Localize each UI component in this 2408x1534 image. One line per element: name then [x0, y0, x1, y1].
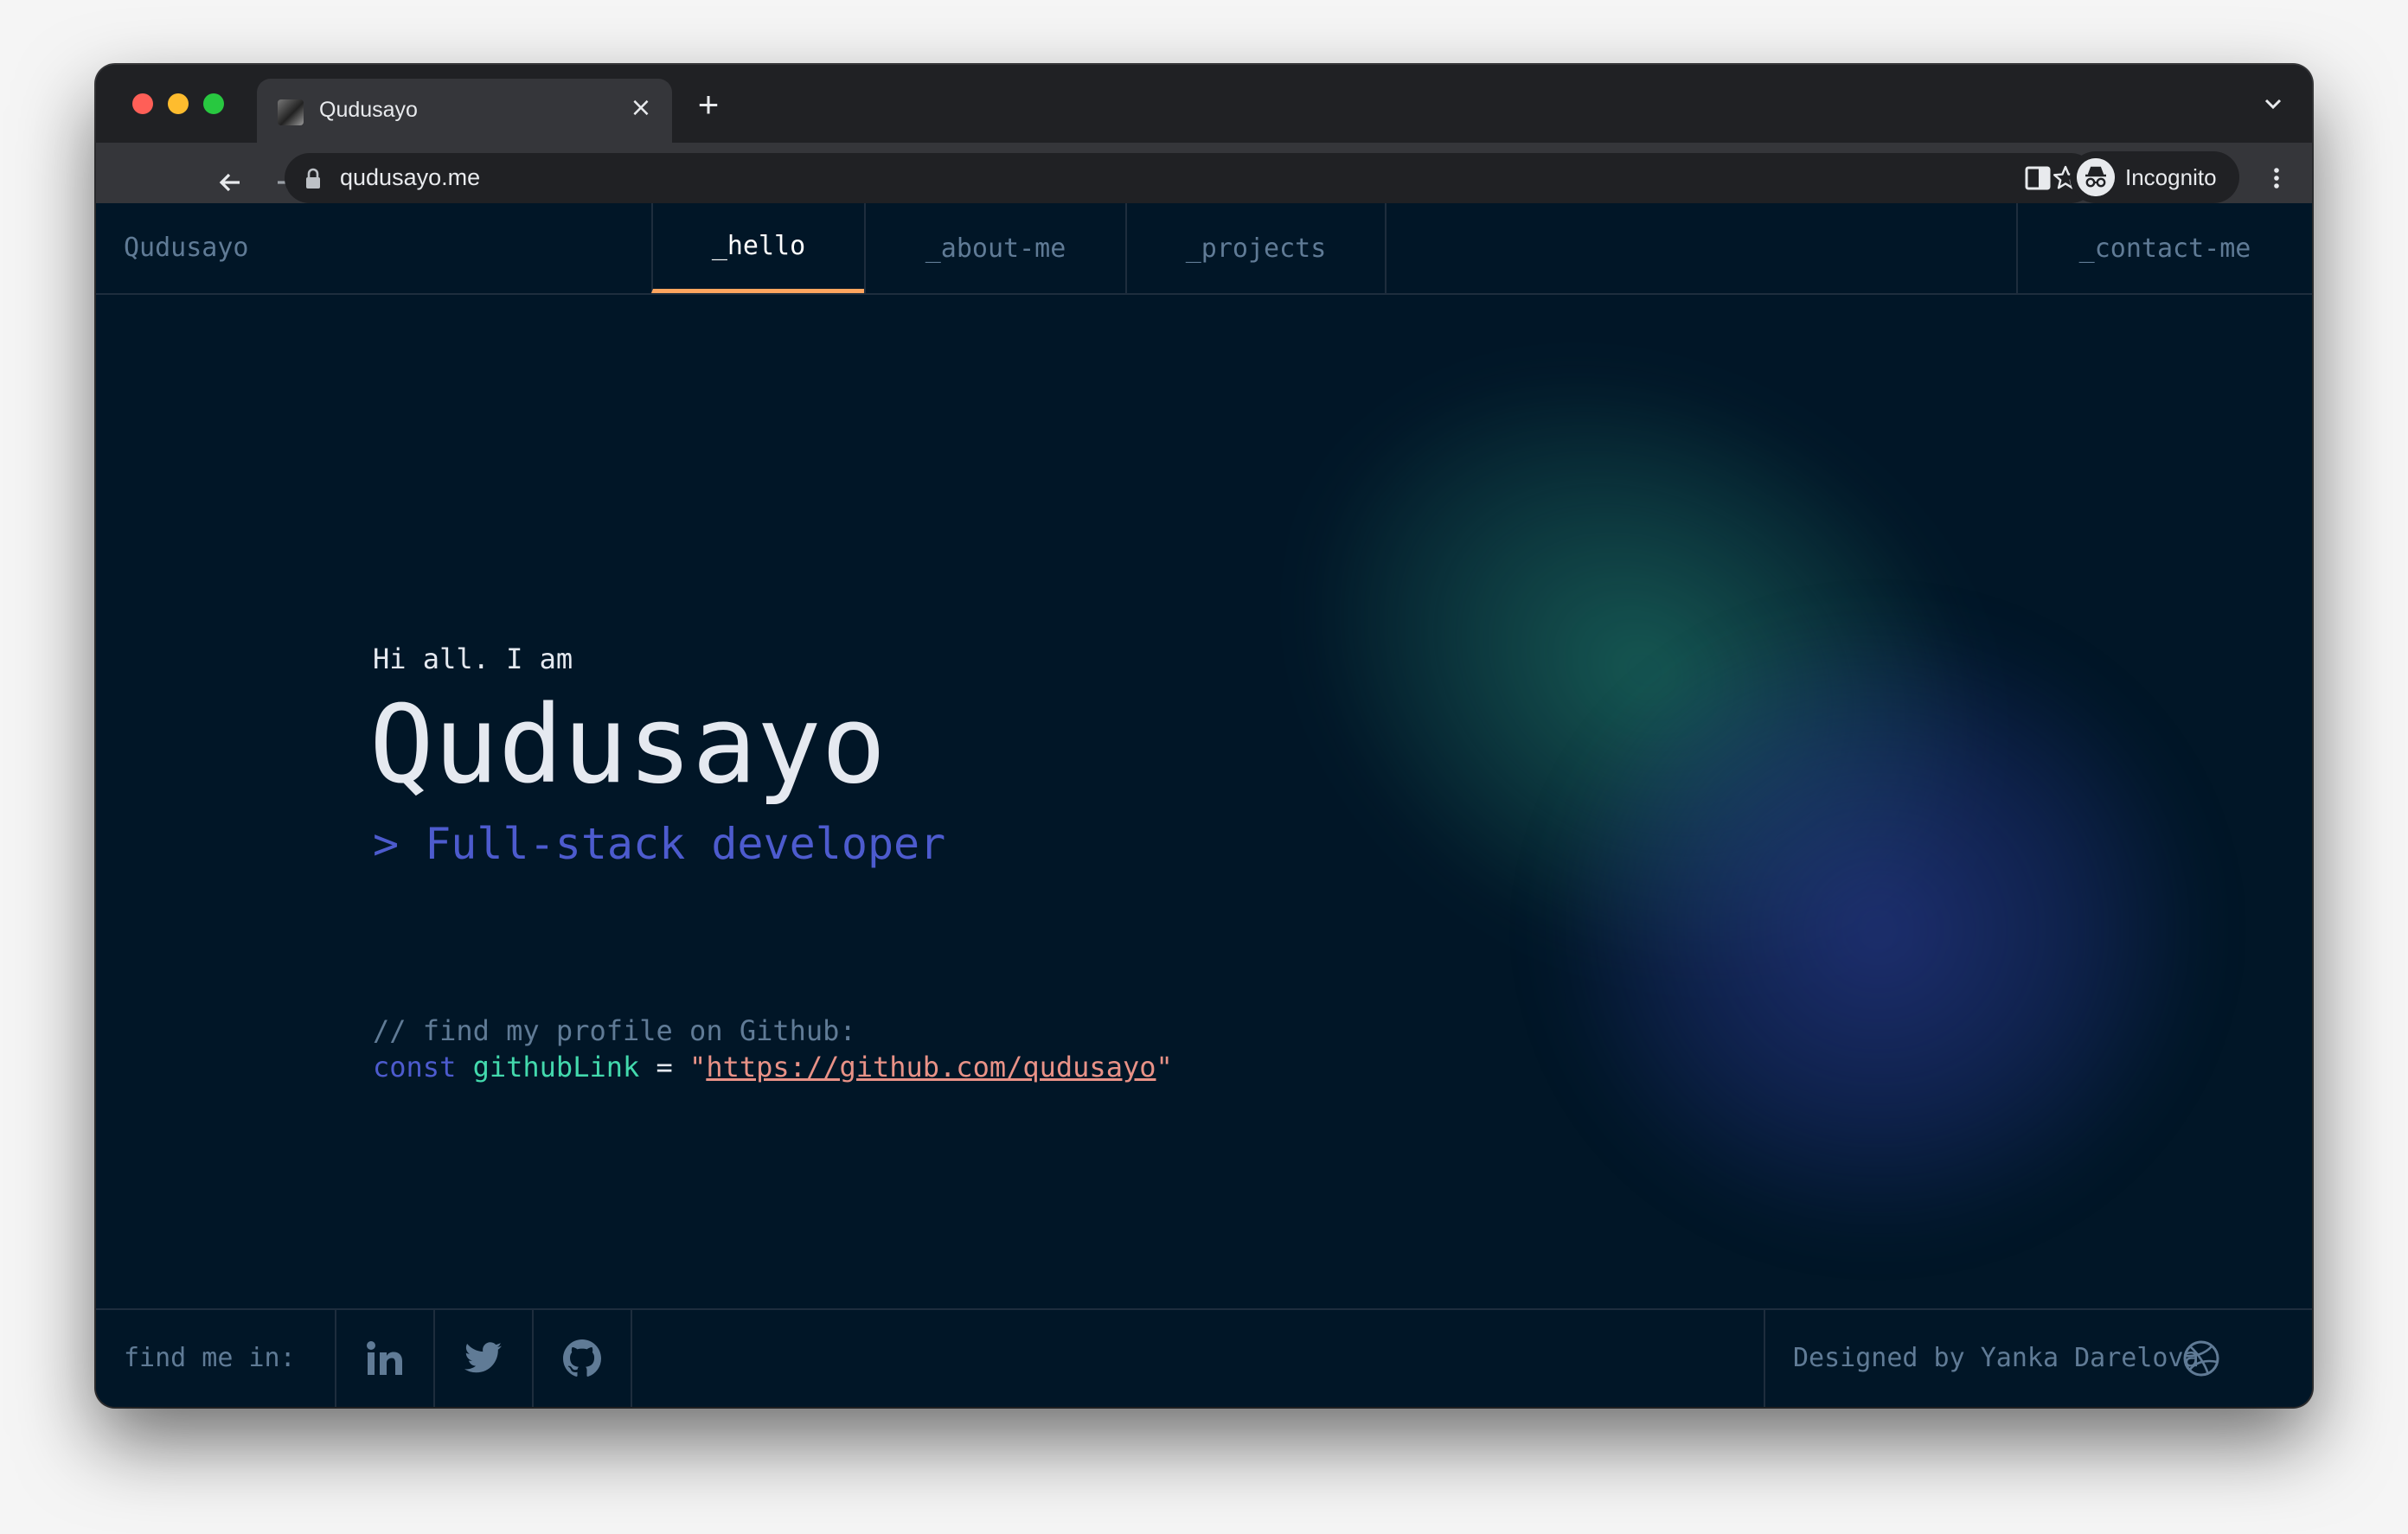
profile-label: Incognito	[2125, 164, 2217, 190]
nav-tab-contact-me[interactable]: _contact-me	[2016, 203, 2312, 293]
tab-close-button[interactable]: ×	[625, 93, 656, 124]
back-icon[interactable]	[214, 165, 248, 200]
code-quote-close: "	[1156, 1051, 1173, 1083]
address-bar[interactable]: qudusayo.me	[285, 153, 2096, 203]
site-header: Qudusayo _hello _about-me _projects _con…	[96, 203, 2312, 295]
url-text[interactable]: qudusayo.me	[340, 164, 480, 191]
designer-credit[interactable]: Designed by Yanka Darelova	[1764, 1310, 2312, 1407]
code-line: const githubLink = "https://github.com/q…	[373, 1051, 1173, 1083]
site-footer: find me in: Designed by Yanka Darelova	[96, 1308, 2312, 1407]
linkedin-icon	[367, 1341, 402, 1375]
browser-tab[interactable]: Qudusayo ×	[257, 79, 672, 143]
page-content: Qudusayo _hello _about-me _projects _con…	[96, 203, 2312, 1407]
dribbble-icon	[2183, 1340, 2219, 1377]
hero-greeting: Hi all. I am	[373, 642, 573, 675]
favicon-icon	[278, 99, 304, 125]
lock-icon[interactable]	[304, 168, 323, 190]
profile-button[interactable]: Incognito	[2070, 151, 2239, 203]
tab-menu-chevron-icon[interactable]	[2260, 91, 2286, 117]
code-quote-open: "	[689, 1051, 707, 1083]
nav-tab-projects[interactable]: _projects	[1125, 203, 1387, 293]
hero-role: > Full-stack developer	[373, 819, 946, 869]
code-comment: // find my profile on Github:	[373, 1014, 856, 1047]
minimize-window-button[interactable]	[168, 93, 189, 114]
credit-text: Designed by Yanka Darelova	[1793, 1343, 2200, 1373]
site-brand[interactable]: Qudusayo	[124, 233, 249, 263]
new-tab-button[interactable]: +	[691, 86, 726, 123]
browser-titlebar: Qudusayo × +	[96, 65, 2312, 143]
close-window-button[interactable]	[132, 93, 153, 114]
kebab-menu-icon[interactable]	[2262, 163, 2291, 193]
code-variable: githubLink	[472, 1051, 640, 1083]
background-glow-blue	[1549, 618, 2206, 1241]
github-icon	[563, 1339, 601, 1377]
github-footer-link[interactable]	[532, 1310, 632, 1407]
zoom-window-button[interactable]	[203, 93, 224, 114]
code-keyword: const	[373, 1051, 457, 1083]
nav-tab-hello[interactable]: _hello	[651, 203, 864, 293]
find-me-label: find me in:	[124, 1343, 296, 1373]
twitter-icon	[464, 1342, 502, 1373]
twitter-link[interactable]	[433, 1310, 532, 1407]
tab-title: Qudusayo	[319, 98, 418, 122]
github-link[interactable]: https://github.com/qudusayo	[706, 1051, 1156, 1083]
incognito-icon	[2077, 158, 2115, 196]
nav-tab-about-me[interactable]: _about-me	[864, 203, 1125, 293]
side-panel-icon[interactable]	[2023, 163, 2053, 193]
hero-name: Qudusayo	[369, 683, 887, 808]
linkedin-link[interactable]	[335, 1310, 433, 1407]
browser-window: Qudusayo × + qudusayo.me Incognito Qudus…	[96, 65, 2312, 1407]
code-operator: =	[656, 1051, 673, 1083]
